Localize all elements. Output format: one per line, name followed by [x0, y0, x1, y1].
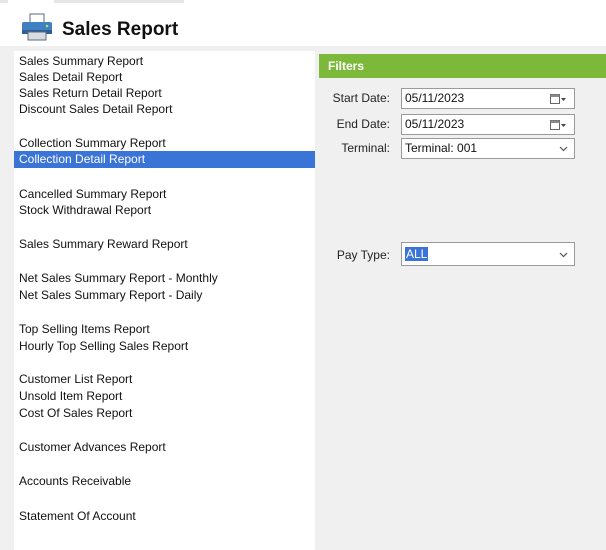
- report-item-unsold-item[interactable]: Unsold Item Report: [14, 388, 315, 405]
- report-item-cost-of-sales[interactable]: Cost Of Sales Report: [14, 405, 315, 422]
- start-date-value: 05/11/2023: [405, 91, 465, 105]
- report-item-sales-return-detail[interactable]: Sales Return Detail Report: [14, 85, 315, 102]
- terminal-select[interactable]: Terminal: 001: [401, 138, 575, 159]
- terminal-label: Terminal:: [341, 141, 390, 155]
- end-date-value: 05/11/2023: [405, 117, 465, 131]
- filters-title: Filters: [328, 59, 365, 73]
- filters-header: Filters: [319, 54, 606, 78]
- tab-strip: [54, 0, 184, 3]
- page-title: Sales Report: [62, 19, 179, 40]
- end-date-label: End Date:: [336, 117, 390, 131]
- report-item-stock-withdrawal[interactable]: Stock Withdrawal Report: [14, 202, 315, 219]
- report-item-hourly-top-selling[interactable]: Hourly Top Selling Sales Report: [14, 338, 315, 355]
- pay-type-select[interactable]: ALL: [401, 242, 575, 266]
- calendar-dropdown-icon[interactable]: [550, 119, 566, 131]
- pay-type-value: ALL: [405, 247, 429, 261]
- report-item-sales-summary-reward[interactable]: Sales Summary Reward Report: [14, 236, 315, 253]
- report-item-discount-sales-detail[interactable]: Discount Sales Detail Report: [14, 101, 315, 118]
- report-item-top-selling-items[interactable]: Top Selling Items Report: [14, 321, 315, 338]
- pay-type-label: Pay Type:: [336, 248, 390, 262]
- terminal-value: Terminal: 001: [405, 141, 478, 155]
- report-item-accounts-receivable[interactable]: Accounts Receivable: [14, 473, 315, 490]
- end-date-picker[interactable]: 05/11/2023: [401, 114, 575, 135]
- calendar-dropdown-icon[interactable]: [550, 93, 566, 105]
- report-list[interactable]: Sales Summary Report Sales Detail Report…: [14, 51, 315, 550]
- chevron-down-icon: [559, 146, 568, 152]
- start-date-picker[interactable]: 05/11/2023: [401, 88, 575, 109]
- report-item-statement-of-account[interactable]: Statement Of Account: [14, 508, 315, 525]
- report-item-collection-summary[interactable]: Collection Summary Report: [14, 135, 315, 152]
- report-item-collection-detail[interactable]: Collection Detail Report: [14, 151, 315, 168]
- title-bar: Sales Report: [0, 0, 606, 46]
- tab-strip-left: [0, 0, 8, 3]
- report-item-customer-list[interactable]: Customer List Report: [14, 371, 315, 388]
- report-item-net-sales-monthly[interactable]: Net Sales Summary Report - Monthly: [14, 270, 315, 287]
- start-date-label: Start Date:: [332, 91, 390, 105]
- report-item-sales-summary[interactable]: Sales Summary Report: [14, 53, 315, 70]
- chevron-down-icon: [559, 252, 568, 258]
- report-item-net-sales-daily[interactable]: Net Sales Summary Report - Daily: [14, 287, 315, 304]
- report-item-sales-detail[interactable]: Sales Detail Report: [14, 69, 315, 86]
- report-item-cancelled-summary[interactable]: Cancelled Summary Report: [14, 186, 315, 203]
- report-item-customer-advances[interactable]: Customer Advances Report: [14, 439, 315, 456]
- printer-icon: [22, 13, 52, 41]
